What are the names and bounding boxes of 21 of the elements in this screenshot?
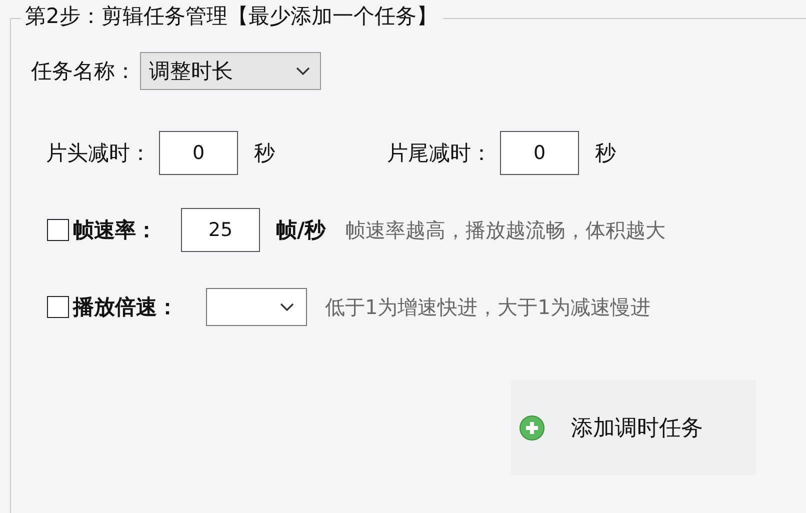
option-label: 帧速率： <box>73 217 157 244</box>
field-label: 任务名称： <box>31 58 136 85</box>
input-field[interactable]: 0 <box>500 131 579 175</box>
plus-icon <box>519 414 545 440</box>
checkbox[interactable] <box>47 219 69 241</box>
unit-label: 帧/秒 <box>276 217 326 244</box>
field-label: 片头减时： <box>46 140 151 167</box>
chevron-down-icon <box>296 66 310 76</box>
chevron-down-icon <box>280 302 294 312</box>
hint-text: 帧速率越高，播放越流畅，体积越大 <box>346 216 666 244</box>
option-label: 播放倍速： <box>73 294 178 321</box>
hint-text: 低于1为增速快进，大于1为减速慢进 <box>325 294 650 320</box>
checkbox[interactable] <box>47 296 69 318</box>
unit-label: 秒 <box>595 140 616 167</box>
speed-dropdown[interactable] <box>206 288 307 326</box>
input-field[interactable]: 0 <box>159 131 238 175</box>
input-field[interactable]: 25 <box>181 208 260 252</box>
field-label: 片尾减时： <box>387 140 492 167</box>
unit-label: 秒 <box>254 140 275 167</box>
task-name-dropdown[interactable]: 调整时长 <box>140 52 321 90</box>
add-task-button[interactable]: 添加调时任务 <box>511 380 756 475</box>
